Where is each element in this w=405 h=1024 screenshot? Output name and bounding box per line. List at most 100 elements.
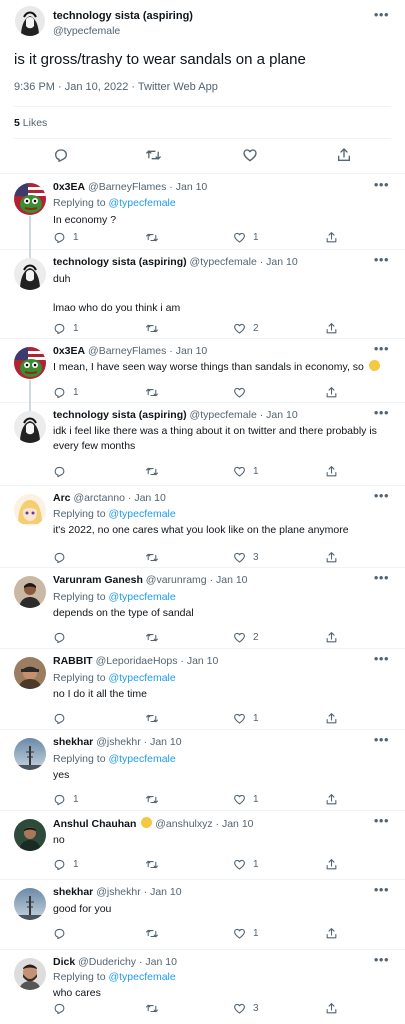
reply-date[interactable]: Jan 10 <box>150 736 182 748</box>
reply-author-name[interactable]: Anshul Chauhan <box>53 818 136 830</box>
retweet-button[interactable] <box>145 793 166 806</box>
likes-count[interactable]: 5 Likes <box>14 117 47 129</box>
reply-date[interactable]: Jan 10 <box>176 181 208 193</box>
reply-button[interactable]: 1 <box>53 793 79 806</box>
author-name[interactable]: technology sista (aspiring) <box>53 10 193 22</box>
pepe-flag-avatar[interactable] <box>14 183 46 215</box>
anime-blonde-avatar[interactable] <box>14 494 46 526</box>
share-button[interactable] <box>325 1002 338 1015</box>
retweet-button[interactable] <box>145 631 166 644</box>
retweet-icon[interactable] <box>145 147 162 168</box>
reply-button[interactable] <box>53 631 73 644</box>
reply-date[interactable]: Jan 10 <box>145 956 177 968</box>
share-button[interactable] <box>325 793 338 806</box>
share-button[interactable] <box>325 231 338 244</box>
reply-button[interactable]: 1 <box>53 322 79 335</box>
like-button[interactable]: 2 <box>233 631 259 644</box>
reply-tweet[interactable]: Dick @Duderichy · Jan 10 ••• Replying to @… <box>0 949 405 1024</box>
share-button[interactable] <box>325 322 338 335</box>
more-options-button[interactable]: ••• <box>374 252 389 267</box>
share-button[interactable] <box>325 551 338 564</box>
reply-author-name[interactable]: Varunram Ganesh <box>53 574 143 586</box>
like-button[interactable] <box>233 386 253 399</box>
reply-author-name[interactable]: Arc <box>53 492 71 504</box>
reply-author-handle[interactable]: @Duderichy <box>78 956 136 968</box>
share-button[interactable] <box>325 927 338 940</box>
share-button[interactable] <box>325 858 338 871</box>
reply-date[interactable]: Jan 10 <box>150 886 182 898</box>
retweet-button[interactable] <box>145 927 166 940</box>
like-button[interactable]: 1 <box>233 858 259 871</box>
more-options-button[interactable]: ••• <box>374 952 389 967</box>
like-button[interactable]: 2 <box>233 322 259 335</box>
retweet-button[interactable] <box>145 712 166 725</box>
more-options-button[interactable]: ••• <box>374 570 389 585</box>
reply-author-handle[interactable]: @arctanno <box>73 492 125 504</box>
retweet-button[interactable] <box>145 231 166 244</box>
reply-author-name[interactable]: shekhar <box>53 886 93 898</box>
more-options-button[interactable]: ••• <box>374 882 389 897</box>
replying-to-link[interactable]: @typecfemale <box>108 591 175 603</box>
reply-button[interactable]: 1 <box>53 231 79 244</box>
reply-tweet[interactable]: 0x3EA @BarneyFlames · Jan 10 ••• Replying … <box>0 174 405 249</box>
reply-button[interactable] <box>53 927 73 940</box>
more-options-button[interactable]: ••• <box>374 488 389 503</box>
reply-date[interactable]: Jan 10 <box>222 818 254 830</box>
reply-tweet[interactable]: technology sista (aspiring) @typecfemale… <box>0 402 405 485</box>
reply-button[interactable] <box>53 465 73 478</box>
retweet-button[interactable] <box>145 386 166 399</box>
reply-author-handle[interactable]: @anshulxyz <box>155 818 212 830</box>
more-options-button[interactable]: ••• <box>374 732 389 747</box>
reply-author-handle[interactable]: @typecfemale <box>190 256 257 268</box>
reply-author-name[interactable]: RABBIT <box>53 655 93 667</box>
pepe-flag-avatar[interactable] <box>14 347 46 379</box>
replying-to-link[interactable]: @typecfemale <box>108 197 175 209</box>
reply-date[interactable]: Jan 10 <box>176 345 208 357</box>
reply-date[interactable]: Jan 10 <box>187 655 219 667</box>
more-options-button[interactable]: ••• <box>374 813 389 828</box>
tweet-timestamp[interactable]: 9:36 PM · Jan 10, 2022 · Twitter Web App <box>14 81 218 93</box>
retweet-button[interactable] <box>145 465 166 478</box>
replying-to-link[interactable]: @typecfemale <box>108 971 175 983</box>
reply-date[interactable]: Jan 10 <box>266 409 298 421</box>
reply-tweet[interactable]: technology sista (aspiring) @typecfemale… <box>0 249 405 338</box>
like-button[interactable]: 1 <box>233 712 259 725</box>
like-button[interactable]: 1 <box>233 927 259 940</box>
author-avatar[interactable] <box>15 6 45 36</box>
reply-author-handle[interactable]: @BarneyFlames <box>88 345 166 357</box>
reply-author-handle[interactable]: @BarneyFlames <box>88 181 166 193</box>
like-button[interactable]: 1 <box>233 793 259 806</box>
like-button[interactable]: 3 <box>233 1002 259 1015</box>
reply-author-name[interactable]: 0x3EA <box>53 181 85 193</box>
more-options-button[interactable]: ••• <box>374 341 389 356</box>
share-button[interactable] <box>325 465 338 478</box>
reply-author-handle[interactable]: @typecfemale <box>190 409 257 421</box>
share-button[interactable] <box>325 712 338 725</box>
more-options-button[interactable]: ••• <box>374 177 389 192</box>
share-button[interactable] <box>325 386 338 399</box>
reply-tweet[interactable]: RABBIT @LeporidaeHops · Jan 10 ••• Replyin… <box>0 648 405 729</box>
reply-button[interactable] <box>53 1002 73 1015</box>
like-button[interactable]: 3 <box>233 551 259 564</box>
like-button[interactable]: 1 <box>233 465 259 478</box>
reply-tweet[interactable]: Anshul Chauhan @anshulxyz · Jan 10 ••• no 1… <box>0 810 405 879</box>
photo-avatar[interactable] <box>14 576 46 608</box>
like-button[interactable]: 1 <box>233 231 259 244</box>
retweet-button[interactable] <box>145 1002 166 1015</box>
reply-author-handle[interactable]: @LeporidaeHops <box>96 655 178 667</box>
photo-dark-avatar[interactable] <box>14 819 46 851</box>
share-button[interactable] <box>325 631 338 644</box>
reply-author-handle[interactable]: @jshekhr <box>96 886 141 898</box>
anime-sketch-avatar[interactable] <box>14 258 46 290</box>
sky-tower-avatar[interactable] <box>14 888 46 920</box>
reply-date[interactable]: Jan 10 <box>216 574 248 586</box>
reply-button[interactable]: 1 <box>53 858 79 871</box>
photo-cap-avatar[interactable] <box>14 657 46 689</box>
photo-beard-avatar[interactable] <box>14 958 46 990</box>
reply-author-name[interactable]: shekhar <box>53 736 93 748</box>
retweet-button[interactable] <box>145 551 166 564</box>
reply-author-handle[interactable]: @jshekhr <box>96 736 141 748</box>
reply-tweet[interactable]: shekhar @jshekhr · Jan 10 ••• Replying to … <box>0 729 405 810</box>
reply-button[interactable] <box>53 712 73 725</box>
reply-author-name[interactable]: 0x3EA <box>53 345 85 357</box>
